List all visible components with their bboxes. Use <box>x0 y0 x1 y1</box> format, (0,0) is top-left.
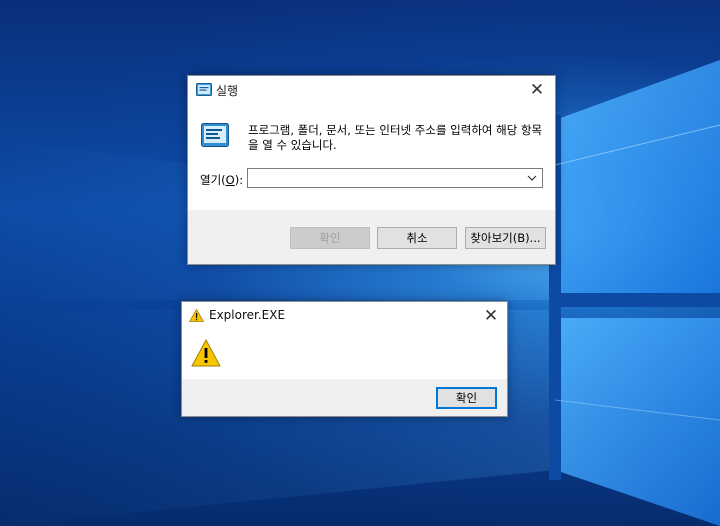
explorer-error-dialog: Explorer.EXE ✕ 확인 <box>181 301 508 417</box>
error-title: Explorer.EXE <box>209 308 286 322</box>
ok-button[interactable]: 확인 <box>290 227 370 249</box>
chevron-down-icon[interactable] <box>527 172 537 184</box>
warning-icon <box>191 338 221 367</box>
error-close-button[interactable]: ✕ <box>475 302 507 330</box>
open-input[interactable] <box>250 170 520 186</box>
run-dialog: 실행 ✕ 프로그램, 폴더, 문서, 또는 인터넷 주소를 입력하여 해당 항목… <box>187 75 556 265</box>
run-app-icon <box>196 83 212 96</box>
run-titlebar[interactable]: 실행 ✕ <box>188 76 555 104</box>
run-description: 프로그램, 폴더, 문서, 또는 인터넷 주소를 입력하여 해당 항목을 열 수… <box>248 123 543 152</box>
run-close-button[interactable]: ✕ <box>521 76 553 104</box>
error-titlebar[interactable]: Explorer.EXE ✕ <box>182 302 507 330</box>
run-title: 실행 <box>216 84 239 98</box>
run-large-icon <box>201 123 229 147</box>
open-combobox[interactable] <box>247 168 543 188</box>
open-label: 열기(O): <box>200 173 244 187</box>
run-button-bar: 확인 취소 찾아보기(B)... <box>188 210 555 264</box>
browse-button[interactable]: 찾아보기(B)... <box>465 227 546 249</box>
warning-small-icon <box>189 309 204 322</box>
error-ok-button[interactable]: 확인 <box>436 387 497 409</box>
cancel-button[interactable]: 취소 <box>377 227 457 249</box>
error-button-bar: 확인 <box>182 379 507 416</box>
